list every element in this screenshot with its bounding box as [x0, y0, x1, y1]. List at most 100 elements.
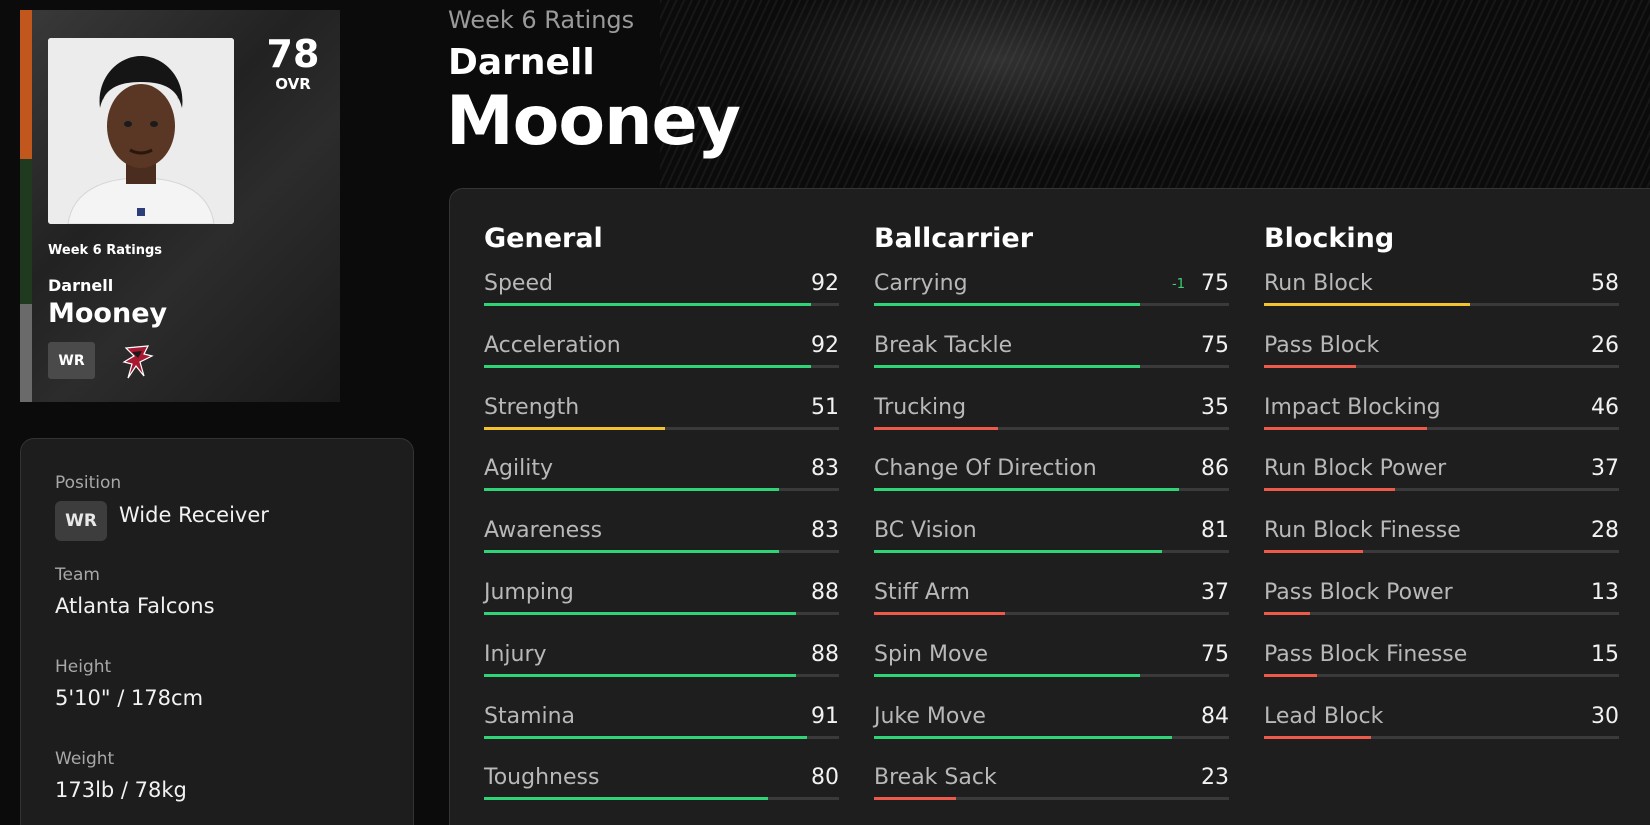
stat-value: 81 — [1201, 518, 1229, 544]
stat-bar-track — [484, 426, 839, 430]
position-badge: WR — [55, 501, 107, 541]
stat-bar-track — [1264, 426, 1619, 430]
stat-name: Strength — [484, 394, 580, 420]
stat-name: Spin Move — [874, 641, 988, 667]
stat-row: Lead Block 30 — [1264, 704, 1619, 766]
falcons-logo-icon — [122, 345, 154, 379]
stat-row: Break Tackle 75 — [874, 333, 1229, 395]
team-value: Atlanta Falcons — [55, 594, 215, 618]
stat-name: Break Sack — [874, 765, 997, 791]
stat-name: Juke Move — [874, 703, 986, 729]
stat-name: Trucking — [874, 394, 967, 420]
stat-value: 75 — [1201, 332, 1229, 358]
stat-delta: -1 — [1172, 277, 1185, 292]
stat-bar-fill — [874, 611, 1006, 615]
stat-list-general: Speed 92 Acceleration 92 Strength 51 Agility 83… — [484, 271, 839, 825]
stat-list-ballcarrier: Carrying -1 75 Break Tackle 75 Trucking 35 Chan… — [874, 271, 1229, 825]
stat-bar-fill — [874, 303, 1141, 306]
stat-bar-track — [1264, 364, 1619, 368]
stat-bar-fill — [1264, 735, 1371, 739]
stat-value: 86 — [1201, 456, 1229, 482]
card-last-name: Mooney — [48, 298, 168, 329]
stat-bar-fill — [874, 797, 956, 801]
stat-row: Acceleration 92 — [484, 333, 839, 395]
stat-row: Spin Move 75 — [874, 642, 1229, 704]
stat-row: Juke Move 84 — [874, 704, 1229, 766]
stat-bar-track — [1264, 673, 1619, 677]
stat-row: Pass Block Finesse 15 — [1264, 642, 1619, 704]
stat-bar-track — [1264, 611, 1619, 615]
week-title: Week 6 Ratings — [448, 6, 635, 34]
ratings-panel: General Speed 92 Acceleration 92 Strength 51 A… — [449, 188, 1650, 825]
stat-row: BC Vision 81 — [874, 518, 1229, 580]
stat-bar-track — [484, 611, 839, 615]
card-team-stripe — [20, 10, 32, 402]
player-info-panel: Position WR Wide Receiver Team Atlanta F… — [20, 438, 414, 825]
stat-name: Jumping — [484, 579, 574, 605]
ratings-column-blocking: Blocking Run Block 58 Pass Block 26 Impact B… — [1264, 223, 1619, 765]
stat-bar-track — [484, 673, 839, 677]
stat-row: Agility 83 — [484, 456, 839, 518]
stat-name: Run Block Finesse — [1264, 518, 1461, 544]
stat-bar-fill — [1264, 673, 1318, 677]
stat-name: Pass Block Finesse — [1264, 641, 1468, 667]
stat-bar-track — [874, 488, 1229, 492]
stat-value: 51 — [811, 394, 839, 420]
card-overall: 78 OVR — [258, 32, 328, 92]
player-card[interactable]: 78 OVR Week 6 Ratings Darnell Mooney WR — [20, 10, 340, 402]
stat-bar-fill — [484, 488, 779, 492]
stat-value: 23 — [1201, 765, 1229, 791]
stat-bar-fill — [1264, 550, 1364, 554]
section-title-blocking: Blocking — [1264, 223, 1395, 254]
overall-value: 78 — [266, 32, 320, 76]
section-title-ballcarrier: Ballcarrier — [874, 223, 1034, 254]
stat-bar-track — [1264, 303, 1619, 306]
stat-value: 26 — [1591, 332, 1619, 358]
stat-bar-fill — [1264, 364, 1357, 368]
stat-row: Break Sack 23 — [874, 765, 1229, 825]
stat-name: Pass Block — [1264, 332, 1380, 358]
weight-label: Weight — [55, 749, 115, 769]
stat-value: 35 — [1201, 394, 1229, 420]
stat-name: Injury — [484, 641, 547, 667]
stat-bar-fill — [484, 611, 797, 615]
stat-value: 84 — [1201, 703, 1229, 729]
card-week-label: Week 6 Ratings — [48, 243, 163, 258]
position-value: Wide Receiver — [119, 503, 269, 527]
stat-bar-fill — [874, 550, 1162, 554]
stat-value: 28 — [1591, 518, 1619, 544]
background-texture — [660, 0, 1650, 200]
stat-row: Stamina 91 — [484, 704, 839, 766]
player-headshot-icon — [48, 38, 234, 224]
stat-name: Change Of Direction — [874, 456, 1097, 482]
stat-value: 80 — [811, 765, 839, 791]
stat-row: Carrying -1 75 — [874, 271, 1229, 333]
stat-name: Run Block Power — [1264, 456, 1447, 482]
stat-bar-track — [484, 364, 839, 368]
player-first-name: Darnell — [448, 42, 595, 83]
stat-name: Awareness — [484, 518, 603, 544]
stat-row: Run Block Finesse 28 — [1264, 518, 1619, 580]
stat-row: Strength 51 — [484, 395, 839, 457]
stat-bar-track — [484, 797, 839, 801]
stat-name: Break Tackle — [874, 332, 1013, 358]
stat-bar-track — [874, 303, 1229, 306]
stat-bar-fill — [874, 426, 999, 430]
stat-value: 83 — [811, 456, 839, 482]
stat-bar-track — [874, 550, 1229, 554]
stat-row: Awareness 83 — [484, 518, 839, 580]
stat-row: Run Block 58 — [1264, 271, 1619, 333]
player-photo — [48, 38, 234, 224]
stat-name: Acceleration — [484, 332, 621, 358]
stat-value: 58 — [1591, 271, 1619, 296]
stat-row: Run Block Power 37 — [1264, 456, 1619, 518]
stat-value: 37 — [1591, 456, 1619, 482]
stat-bar-track — [484, 303, 839, 306]
stat-bar-fill — [484, 303, 811, 306]
stat-value: 37 — [1201, 579, 1229, 605]
stat-row: Impact Blocking 46 — [1264, 395, 1619, 457]
stat-bar-fill — [484, 364, 811, 368]
stat-row: Pass Block 26 — [1264, 333, 1619, 395]
stat-value: 92 — [811, 332, 839, 358]
stat-name: Stiff Arm — [874, 579, 970, 605]
